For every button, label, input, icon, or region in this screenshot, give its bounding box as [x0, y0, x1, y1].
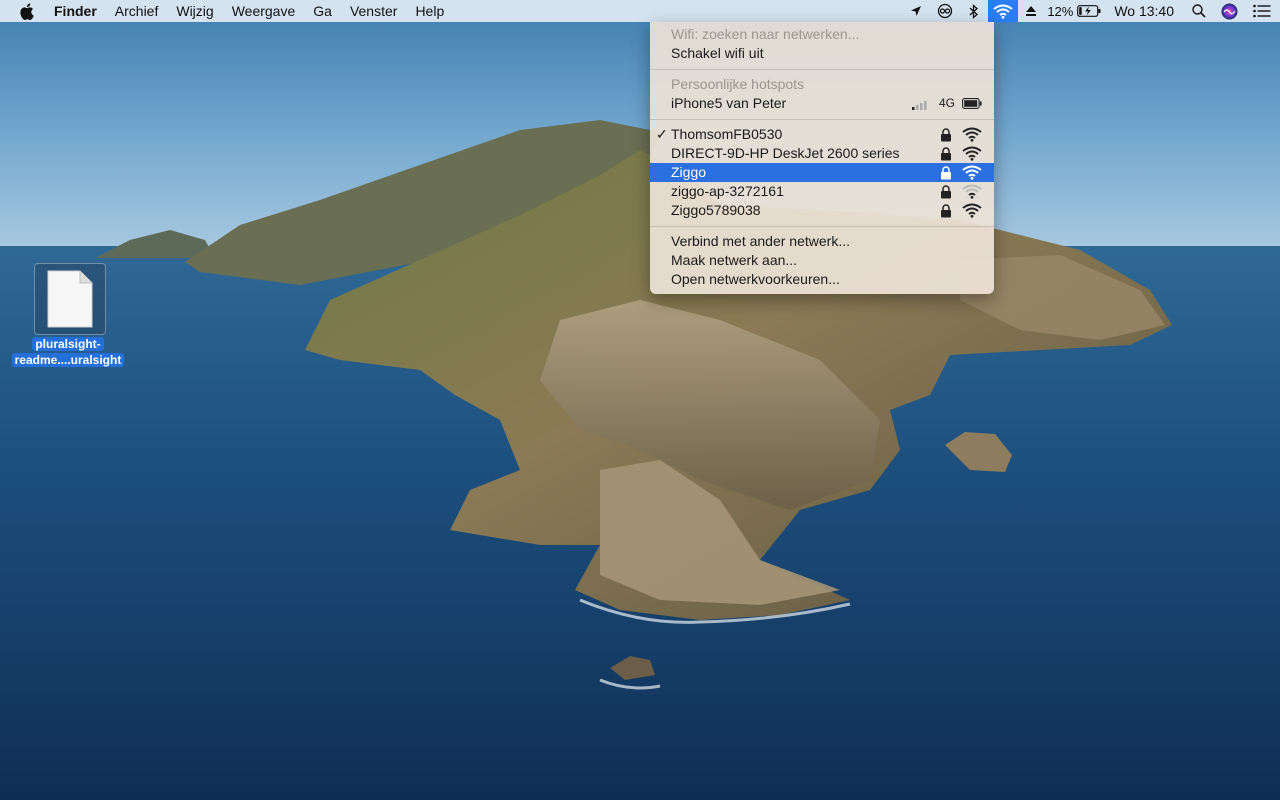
screen-recording-icon[interactable]	[930, 0, 960, 22]
wifi-toggle-label: Schakel wifi uit	[671, 45, 764, 61]
network-name: Ziggo5789038	[671, 202, 761, 218]
desktop-file-icon[interactable]	[34, 263, 106, 335]
apple-icon[interactable]	[19, 0, 37, 22]
menu-app-name[interactable]: Finder	[54, 0, 106, 22]
wifi-menu: Wifi: zoeken naar netwerken... Schakel w…	[650, 22, 994, 294]
menu-wijzig[interactable]: Wijzig	[167, 0, 222, 22]
location-icon[interactable]	[902, 0, 930, 22]
hotspots-header: Persoonlijke hotspots	[650, 75, 994, 94]
network-item-ziggo5789038[interactable]: Ziggo5789038	[650, 201, 994, 220]
hotspot-network-type: 4G	[939, 96, 956, 110]
desktop-file-label[interactable]: pluralsight- readme....uralsight	[8, 336, 128, 368]
wifi-status-text: Wifi: zoeken naar netwerken...	[671, 26, 860, 42]
network-name: Ziggo	[671, 164, 707, 180]
file-label-line2: readme....uralsight	[11, 353, 125, 367]
hotspot-name: iPhone5 van Peter	[671, 95, 787, 111]
document-icon	[47, 270, 93, 328]
desktop-wallpaper	[0, 0, 1280, 800]
eject-icon[interactable]	[1018, 0, 1044, 22]
lock-icon	[941, 147, 951, 161]
network-name: ThomsomFB0530	[671, 126, 783, 142]
wifi-signal-icon	[962, 165, 982, 180]
menu-separator	[650, 69, 994, 70]
wifi-status: Wifi: zoeken naar netwerken...	[650, 25, 994, 44]
lock-icon	[941, 204, 951, 218]
menu-separator	[650, 119, 994, 120]
menu-archief[interactable]: Archief	[106, 0, 168, 22]
hotspots-header-label: Persoonlijke hotspots	[671, 76, 805, 92]
menu-bar: Finder Archief Wijzig Weergave Ga Venste…	[0, 0, 1280, 22]
network-item-ziggo[interactable]: Ziggo	[650, 163, 994, 182]
wifi-icon[interactable]	[988, 0, 1019, 22]
network-preferences-item[interactable]: Open netwerkvoorkeuren...	[650, 270, 994, 289]
notification-center-icon[interactable]	[1244, 0, 1280, 22]
wifi-signal-icon	[962, 146, 982, 161]
action-label: Verbind met ander netwerk...	[671, 233, 850, 249]
hotspot-item[interactable]: iPhone5 van Peter 4G	[650, 94, 994, 113]
siri-icon[interactable]	[1214, 0, 1244, 22]
wifi-signal-icon	[962, 203, 982, 218]
menu-venster[interactable]: Venster	[341, 0, 406, 22]
menu-ga[interactable]: Ga	[304, 0, 341, 22]
cellular-signal-icon	[912, 101, 927, 110]
menu-weergave[interactable]: Weergave	[223, 0, 305, 22]
battery-charging-icon	[1077, 5, 1101, 17]
network-name: DIRECT-9D-HP DeskJet 2600 series	[671, 145, 900, 161]
bluetooth-icon[interactable]	[960, 0, 988, 22]
action-label: Open netwerkvoorkeuren...	[671, 271, 840, 287]
menu-separator	[650, 226, 994, 227]
spotlight-icon[interactable]	[1184, 0, 1214, 22]
battery-percent: 12%	[1047, 3, 1074, 19]
wifi-signal-weak-icon	[962, 184, 982, 199]
menubar-clock[interactable]: Wo 13:40	[1104, 3, 1184, 19]
connect-other-network-item[interactable]: Verbind met ander netwerk...	[650, 232, 994, 251]
wifi-signal-icon	[962, 127, 982, 142]
wifi-toggle-item[interactable]: Schakel wifi uit	[650, 44, 994, 63]
menu-help[interactable]: Help	[406, 0, 453, 22]
lock-icon	[941, 128, 951, 142]
file-label-line1: pluralsight-	[32, 337, 104, 351]
checkmark-icon: ✓	[656, 126, 668, 142]
action-label: Maak netwerk aan...	[671, 252, 798, 268]
network-item-direct-hp-deskjet[interactable]: DIRECT-9D-HP DeskJet 2600 series	[650, 144, 994, 163]
hotspot-battery-icon	[962, 98, 982, 109]
battery-status[interactable]: 12%	[1044, 0, 1104, 22]
network-item-ziggo-ap[interactable]: ziggo-ap-3272161	[650, 182, 994, 201]
lock-icon	[941, 185, 951, 199]
lock-icon	[941, 166, 951, 180]
create-network-item[interactable]: Maak netwerk aan...	[650, 251, 994, 270]
network-name: ziggo-ap-3272161	[671, 183, 784, 199]
network-item-thomsomfb0530[interactable]: ✓ ThomsomFB0530	[650, 125, 994, 144]
